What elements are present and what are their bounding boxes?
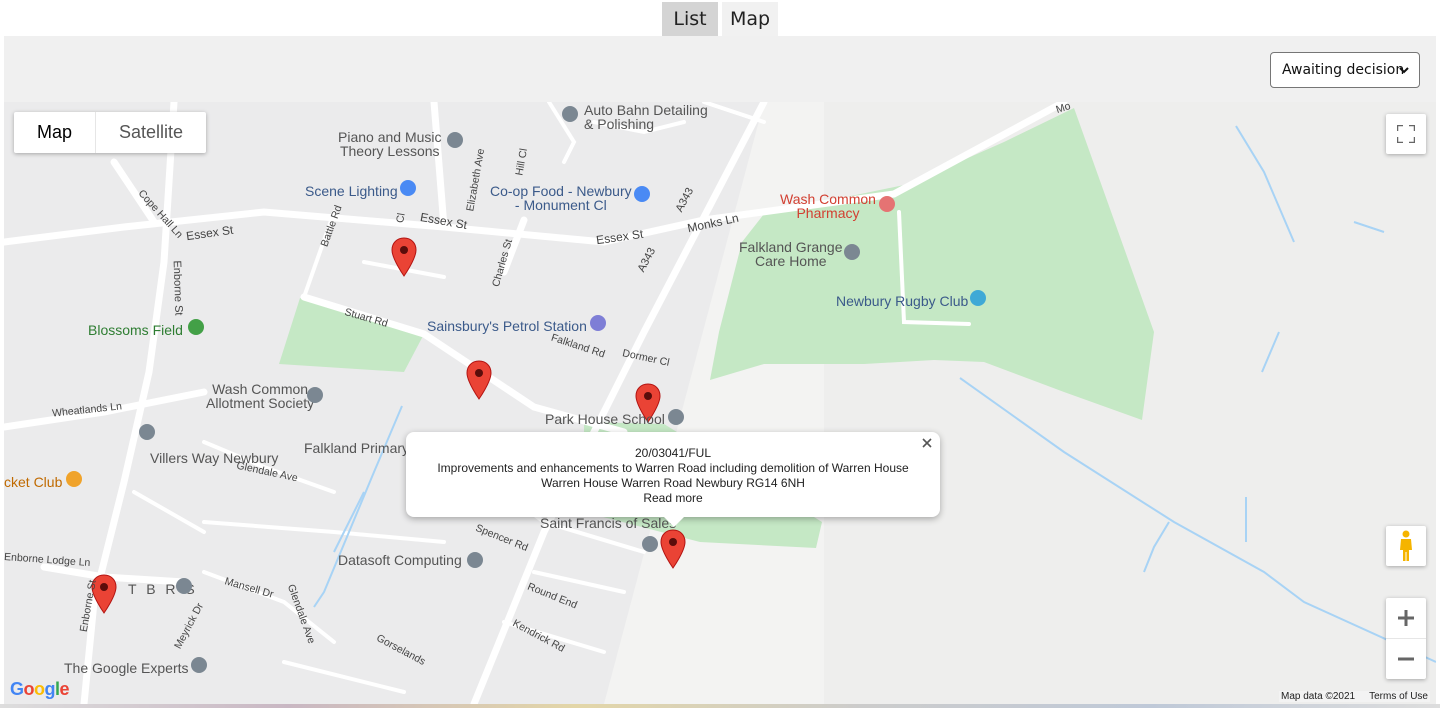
poi-coop-line2: - Monument Cl <box>514 197 607 213</box>
google-logo[interactable]: Google <box>10 679 70 700</box>
application-marker[interactable] <box>391 237 417 277</box>
poi-saint-francis[interactable]: Saint Francis of Sales <box>540 515 676 531</box>
application-marker[interactable] <box>466 360 492 400</box>
pharmacy-icon <box>879 196 895 212</box>
application-reference: 20/03041/FUL <box>634 446 712 460</box>
poi-pharmacy-line2: Pharmacy <box>796 205 860 221</box>
place-pin-icon <box>176 578 192 594</box>
poi-falkland-primary[interactable]: Falkland Primary <box>304 440 409 456</box>
shopping-bag-icon <box>400 180 416 196</box>
poi-allotment[interactable]: Wash Common Allotment Society <box>206 382 314 410</box>
poi-blossoms-field[interactable]: Blossoms Field <box>88 322 183 338</box>
map-type-satellite-button[interactable]: Satellite <box>95 112 206 153</box>
place-pin-icon <box>844 244 860 260</box>
minus-icon <box>1398 657 1414 660</box>
school-icon <box>668 409 684 425</box>
read-more-link[interactable]: Read more <box>406 491 940 506</box>
place-pin-icon <box>467 552 483 568</box>
zoom-out-button[interactable] <box>1386 639 1426 679</box>
place-pin-icon <box>307 387 323 403</box>
poi-park-house-school[interactable]: Park House School <box>545 411 665 427</box>
poi-auto-bahn-line2: & Polishing <box>584 116 655 132</box>
poi-rugby-club[interactable]: Newbury Rugby Club <box>836 293 968 309</box>
grocery-cart-icon <box>634 186 650 202</box>
tab-list[interactable]: List <box>662 2 718 36</box>
poi-google-experts[interactable]: The Google Experts <box>64 660 189 676</box>
sports-icon <box>970 290 986 306</box>
poi-care-line2: Care Home <box>754 253 827 269</box>
tab-map[interactable]: Map <box>722 2 778 36</box>
park-tree-icon <box>188 319 204 335</box>
map-type-control: Map Satellite <box>14 112 207 153</box>
application-info-window: 20/03041/FUL Improvements and enhancemen… <box>406 432 940 527</box>
poi-datasoft[interactable]: Datasoft Computing <box>338 552 462 568</box>
poi-pharmacy[interactable]: Wash Common Pharmacy <box>780 192 876 220</box>
place-pin-icon <box>191 657 207 673</box>
close-icon[interactable] <box>920 436 934 450</box>
poi-allotment-line2: Allotment Society <box>206 395 315 411</box>
application-address: Warren House Warren Road Newbury RG14 6N… <box>541 476 805 490</box>
map-canvas[interactable]: Auto Bahn Detailing & Polishing Piano and… <box>4 102 1436 704</box>
poi-petrol-station[interactable]: Sainsbury's Petrol Station <box>427 318 587 334</box>
pegman-icon <box>1400 530 1412 561</box>
info-window-tail <box>663 516 685 527</box>
map-attribution: Map data ©2021 Terms of Use <box>1279 691 1430 702</box>
terms-of-use-link[interactable]: Terms of Use <box>1369 691 1428 702</box>
place-pin-icon <box>139 424 155 440</box>
map-type-map-button[interactable]: Map <box>14 112 95 153</box>
poi-auto-bahn[interactable]: Auto Bahn Detailing & Polishing <box>584 103 708 131</box>
status-filter-select[interactable]: Awaiting decision <box>1270 52 1420 88</box>
church-icon <box>642 536 658 552</box>
fuel-icon <box>590 315 606 331</box>
poi-cricket-club[interactable]: cket Club <box>4 474 62 490</box>
filter-bar: Awaiting decision <box>4 36 1436 102</box>
poi-coop-food[interactable]: Co-op Food - Newbury - Monument Cl <box>490 184 632 212</box>
fullscreen-button[interactable] <box>1386 114 1426 154</box>
zoom-control <box>1386 598 1426 679</box>
poi-piano-line2: Theory Lessons <box>339 143 440 159</box>
street-label: Enborne St <box>170 260 185 316</box>
page-bottom-strip <box>0 704 1440 708</box>
fullscreen-icon <box>1397 125 1415 143</box>
status-filter-value: Awaiting decision <box>1282 62 1405 78</box>
map-data-credit: Map data ©2021 <box>1281 691 1356 702</box>
poi-piano-lessons[interactable]: Piano and Music Theory Lessons <box>338 130 442 158</box>
plus-icon <box>1398 610 1414 626</box>
trophy-icon <box>66 471 82 487</box>
application-description: Improvements and enhancements to Warren … <box>437 461 909 475</box>
view-tabs: List Map <box>0 2 1440 36</box>
poi-scene-lighting[interactable]: Scene Lighting <box>305 183 398 199</box>
poi-care-home[interactable]: Falkland Grange Care Home <box>739 240 843 268</box>
school-icon <box>447 132 463 148</box>
app-root: List Map Awaiting decision Auto Bahn Det… <box>0 0 1440 708</box>
place-pin-icon <box>562 106 578 122</box>
zoom-in-button[interactable] <box>1386 599 1426 639</box>
street-view-pegman[interactable] <box>1386 526 1426 566</box>
chevron-down-icon <box>1399 67 1409 74</box>
street-label: Cl <box>394 212 408 224</box>
application-marker-selected[interactable] <box>660 529 686 569</box>
